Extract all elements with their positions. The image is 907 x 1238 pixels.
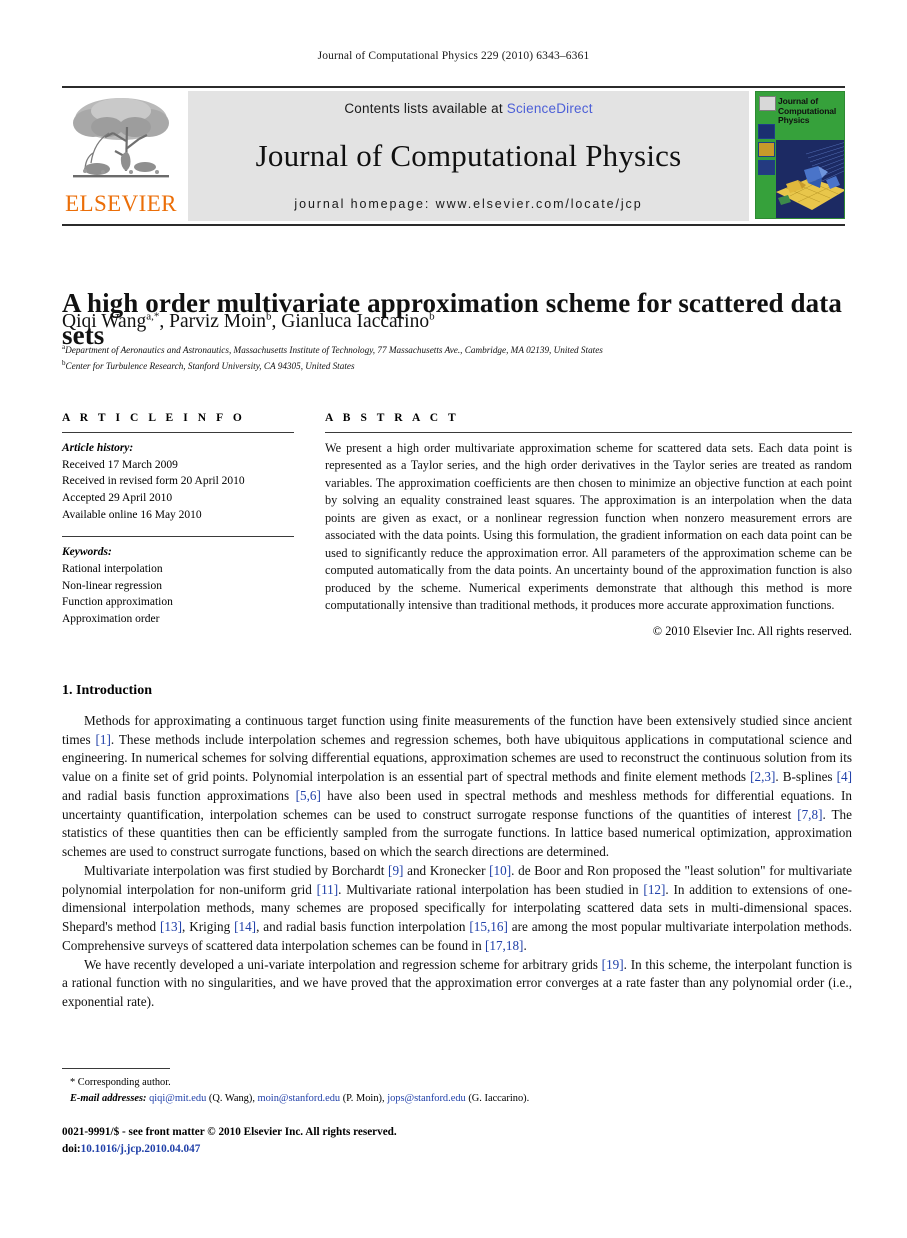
citation-reference[interactable]: [7,8] <box>797 807 822 822</box>
citation-reference[interactable]: [11] <box>317 882 338 897</box>
affiliation-list: aDepartment of Aeronautics and Astronaut… <box>62 342 852 374</box>
cover-badge-icon <box>759 96 776 111</box>
issn-front-matter: 0021-9991/$ - see front matter © 2010 El… <box>62 1126 397 1138</box>
footnote-divider <box>62 1068 170 1069</box>
abstract-text: We present a high order multivariate app… <box>325 441 852 613</box>
email-link-wang[interactable]: qiqi@mit.edu <box>149 1093 206 1104</box>
email-owner-wang: (Q. Wang) <box>208 1092 253 1104</box>
journal-title: Journal of Computational Physics <box>255 138 682 174</box>
author-list: Qiqi Wanga,*, Parviz Moinb, Gianluca Iac… <box>62 310 435 333</box>
citation-reference[interactable]: [4] <box>837 769 852 784</box>
email-addresses-note: E-mail addresses: qiqi@mit.edu (Q. Wang)… <box>70 1092 530 1104</box>
citation-reference[interactable]: [2,3] <box>750 769 775 784</box>
history-accepted: Accepted 29 April 2010 <box>62 492 173 505</box>
email-owner-iaccarino: (G. Iaccarino) <box>468 1092 527 1104</box>
cover-artwork <box>776 140 844 218</box>
email-link-moin[interactable]: moin@stanford.edu <box>258 1093 341 1104</box>
abstract-heading: A B S T R A C T <box>325 412 460 424</box>
citation-reference[interactable]: [14] <box>234 919 256 934</box>
abstract-panel: A B S T R A C T We present a high order … <box>325 412 852 639</box>
paragraph: We have recently developed a uni-variate… <box>62 956 852 1010</box>
email-owner-moin: (P. Moin) <box>342 1092 382 1104</box>
info-divider-1 <box>62 432 294 433</box>
email-label: E-mail addresses: <box>70 1092 147 1104</box>
citation-reference[interactable]: [10] <box>489 863 511 878</box>
abstract-copyright: © 2010 Elsevier Inc. All rights reserved… <box>652 623 852 638</box>
doi-line: doi:10.1016/j.jcp.2010.04.047 <box>62 1141 682 1158</box>
citation-reference[interactable]: [12] <box>643 882 665 897</box>
masthead-rule-bottom <box>62 224 845 226</box>
keyword-item: Function approximation <box>62 596 173 609</box>
elsevier-logo: ELSEVIER <box>62 91 180 221</box>
contents-prefix: Contents lists available at <box>344 101 507 116</box>
sciencedirect-link[interactable]: ScienceDirect <box>507 101 593 116</box>
paragraph: Multivariate interpolation was first stu… <box>62 862 852 953</box>
cover-geometry-icon <box>776 140 844 218</box>
cover-title: Journal of Computational Physics <box>778 96 837 126</box>
citation-reference[interactable]: [5,6] <box>296 788 321 803</box>
keyword-item: Non-linear regression <box>62 579 162 592</box>
contents-available-line: Contents lists available at ScienceDirec… <box>344 101 592 116</box>
keyword-item: Rational interpolation <box>62 563 163 576</box>
info-divider-2 <box>62 536 294 538</box>
article-info-heading: A R T I C L E I N F O <box>62 412 246 424</box>
cover-side-thumbnails <box>758 124 775 178</box>
affiliation-a: aDepartment of Aeronautics and Astronaut… <box>62 343 603 356</box>
history-revised: Received in revised form 20 April 2010 <box>62 475 245 488</box>
citation-reference[interactable]: [15,16] <box>469 919 507 934</box>
email-link-iaccarino[interactable]: jops@stanford.edu <box>387 1093 466 1104</box>
keywords-label: Keywords: <box>62 546 112 559</box>
corresponding-author-note: * Corresponding author. <box>70 1077 171 1088</box>
citation-reference[interactable]: [19] <box>602 957 624 972</box>
contents-box: Contents lists available at ScienceDirec… <box>188 91 749 221</box>
colophon-block: 0021-9991/$ - see front matter © 2010 El… <box>62 1124 682 1158</box>
article-body: 1. Introduction Methods for approximatin… <box>62 683 852 1012</box>
running-head: Journal of Computational Physics 229 (20… <box>317 50 590 62</box>
article-history-label: Article history: <box>62 442 134 454</box>
section-heading-introduction: 1. Introduction <box>62 683 152 698</box>
affiliation-b: bCenter for Turbulence Research, Stanfor… <box>62 358 355 371</box>
elsevier-tree-icon <box>73 98 169 178</box>
elsevier-wordmark: ELSEVIER <box>65 191 177 216</box>
abstract-divider <box>325 432 852 433</box>
journal-cover-thumbnail: Journal of Computational Physics <box>755 91 845 219</box>
article-page: Journal of Computational Physics 229 (20… <box>0 0 907 1238</box>
history-received: Received 17 March 2009 <box>62 458 178 471</box>
citation-reference[interactable]: [13] <box>160 919 182 934</box>
doi-label: doi: <box>62 1142 81 1155</box>
journal-masthead: ELSEVIER Contents lists available at Sci… <box>62 86 845 226</box>
citation-reference[interactable]: [1] <box>95 732 110 747</box>
keyword-item: Approximation order <box>62 613 160 626</box>
footnote-block: * Corresponding author. E-mail addresses… <box>62 1075 682 1106</box>
citation-reference[interactable]: [9] <box>388 863 403 878</box>
journal-homepage[interactable]: journal homepage: www.elsevier.com/locat… <box>294 197 642 211</box>
paragraph: Methods for approximating a continuous t… <box>62 713 852 860</box>
citation-reference[interactable]: [17,18] <box>485 938 523 953</box>
history-online: Available online 16 May 2010 <box>62 508 202 521</box>
doi-link[interactable]: 10.1016/j.jcp.2010.04.047 <box>81 1143 201 1155</box>
article-info-panel: A R T I C L E I N F O Article history: R… <box>62 412 294 628</box>
